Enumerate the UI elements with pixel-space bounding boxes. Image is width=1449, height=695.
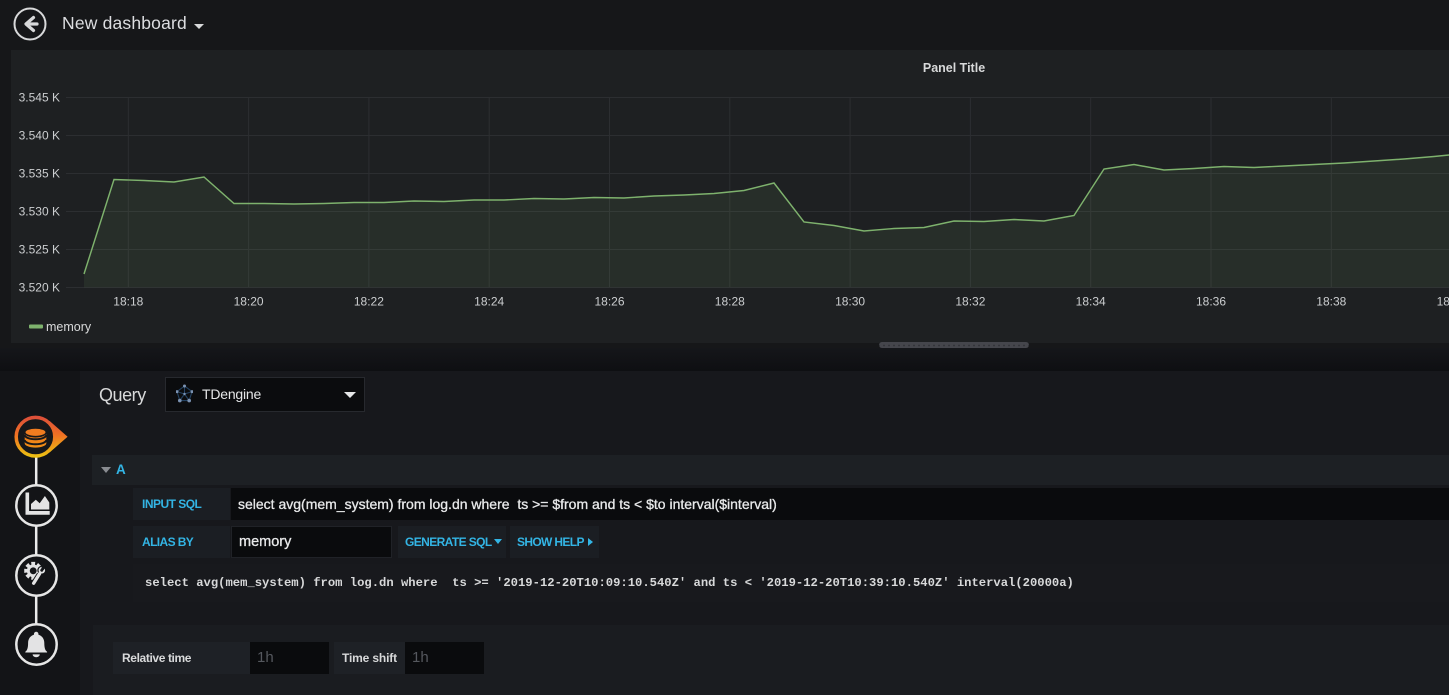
svg-text:18:34: 18:34 xyxy=(1076,295,1106,309)
svg-text:3.525 K: 3.525 K xyxy=(19,243,60,257)
svg-text:18:30: 18:30 xyxy=(835,295,865,309)
svg-text:3.545 K: 3.545 K xyxy=(19,91,60,105)
svg-text:18:24: 18:24 xyxy=(474,295,504,309)
svg-text:18:36: 18:36 xyxy=(1196,295,1226,309)
svg-text:3.520 K: 3.520 K xyxy=(19,281,60,295)
svg-text:18:18: 18:18 xyxy=(113,295,143,309)
svg-text:18:28: 18:28 xyxy=(715,295,745,309)
svg-text:3.530 K: 3.530 K xyxy=(19,205,60,219)
svg-text:memory: memory xyxy=(46,320,92,334)
svg-text:18:20: 18:20 xyxy=(234,295,264,309)
svg-text:3.540 K: 3.540 K xyxy=(19,129,60,143)
svg-text:18:26: 18:26 xyxy=(594,295,624,309)
svg-text:18:32: 18:32 xyxy=(955,295,985,309)
svg-text:18:38: 18:38 xyxy=(1316,295,1346,309)
svg-text:18:22: 18:22 xyxy=(354,295,384,309)
svg-text:3.535 K: 3.535 K xyxy=(19,167,60,181)
svg-text:18:40: 18:40 xyxy=(1437,295,1449,309)
